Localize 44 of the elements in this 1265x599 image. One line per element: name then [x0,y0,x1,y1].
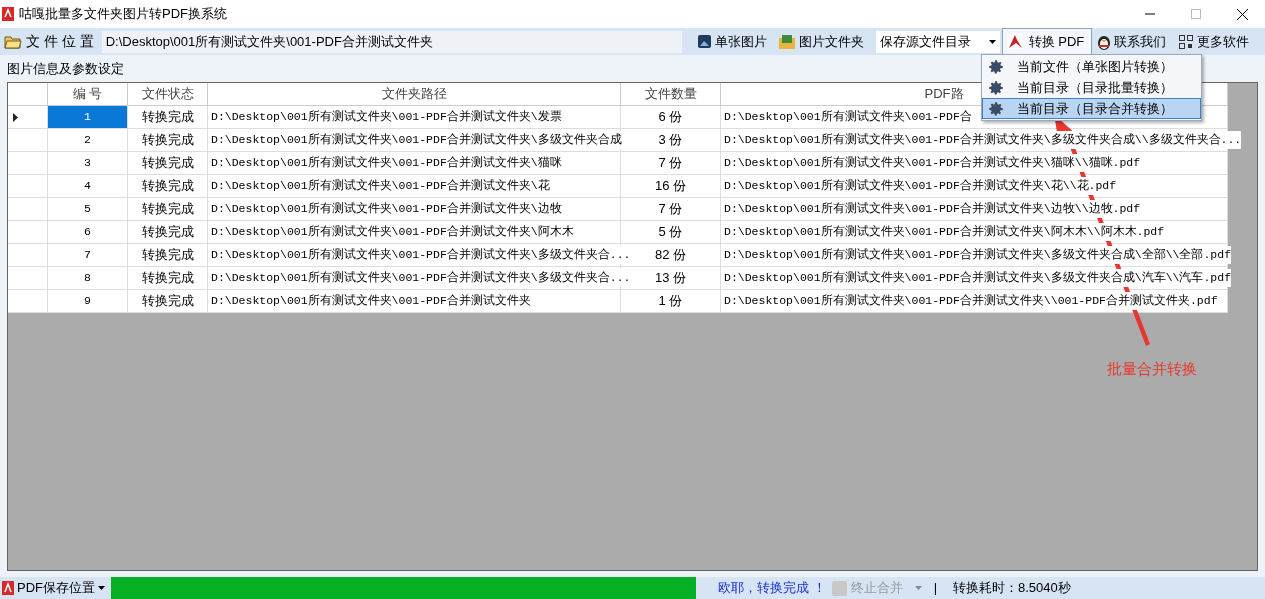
table-cell: D:\Desktop\001所有测试文件夹\001-PDF合并测试文件夹\花\\花.pdf [724,177,1117,195]
table-cell: D:\Desktop\001所有测试文件夹\001-PDF合并测试文件夹\边牧\\边牧.pdf [724,200,1141,218]
table-cell: D:\Desktop\001所有测试文件夹\001-PDF合并测试文件夹\多级文件夹合成\\多级文件夹合... [724,131,1242,149]
penguin-icon [1096,33,1111,50]
maximize-icon [1191,9,1201,19]
toolbar-button[interactable]: 图片文件夹 [772,28,870,55]
pdf-icon [2,581,14,595]
stop-checkbox [831,580,847,596]
caret-icon [914,586,922,590]
gear-icon [987,78,1005,97]
menu-item[interactable]: 当前目录（目录合并转换） [982,98,1201,119]
caret-icon [988,39,996,44]
table-cell: D:\Desktop\001所有测试文件夹\001-PDF合并测试文件夹\\001-PDF合并测试文件夹.pdf [724,292,1218,310]
table-cell: D:\Desktop\001所有测试文件夹\001-PDF合并测试文件夹\多级文件夹合成\全部\\全部.pdf [724,246,1232,264]
qr-code-icon [1178,34,1193,49]
status-message: 欧耶，转换完成 ！ [718,579,826,598]
menu-item[interactable]: 当前文件（单张图片转换） [982,56,1201,77]
table-cell: D:\Desktop\001所有测试文件夹\001-PDF合并测试文件夹\多级文件夹合成 [211,131,622,149]
pdf-icon [1007,34,1023,49]
folder-icon [4,34,22,49]
folder-icon [778,34,795,49]
save-dropdown[interactable]: 保存源文件目录 [875,30,1000,53]
location-button[interactable]: 文 件 位 置 [0,28,102,55]
gear-icon [987,99,1005,118]
status-separator: | [933,579,937,598]
elapsed-time: 转换耗时：8.5040秒 [953,579,1071,598]
table-cell: D:\Desktop\001所有测试文件夹\001-PDF合并测试文件夹\猫咪\\猫咪.pdf [724,154,1141,172]
table-cell: D:\Desktop\001所有测试文件夹\001-PDF合并测试文件夹\阿木木\\阿木木.pdf [724,223,1165,241]
table-cell: D:\Desktop\001所有测试文件夹\001-PDF合并测试文件夹\多级文件夹合... [211,246,631,264]
current-row-icon [13,112,18,122]
more-button[interactable]: 更多软件 [1170,28,1257,55]
close-icon [1236,8,1248,20]
table-cell: D:\Desktop\001所有测试文件夹\001-PDF合并测试文件夹\多级文件夹合... [211,269,631,287]
group-title: 图片信息及参数设定 [7,61,124,77]
picture-icon [697,35,711,48]
caret-icon [98,586,105,590]
convert-button[interactable]: 转换 PDF [1001,28,1092,55]
gear-icon [987,57,1005,76]
table-cell: D:\Desktop\001所有测试文件夹\001-PDF合并测试文件夹\多级文件夹合成\汽车\\汽车.pdf [724,269,1232,287]
annotation-text: 批量合并转换 [1107,359,1197,379]
path-field[interactable]: D:\Desktop\001所有测试文件夹\001-PDF合并测试文件夹 [101,30,682,53]
window-title: 咕嘎批量多文件夹图片转PDF换系统 [19,5,227,24]
save-location-button[interactable]: PDF保存位置 [0,577,111,599]
toolbar-button[interactable]: 单张图片 [691,28,773,55]
